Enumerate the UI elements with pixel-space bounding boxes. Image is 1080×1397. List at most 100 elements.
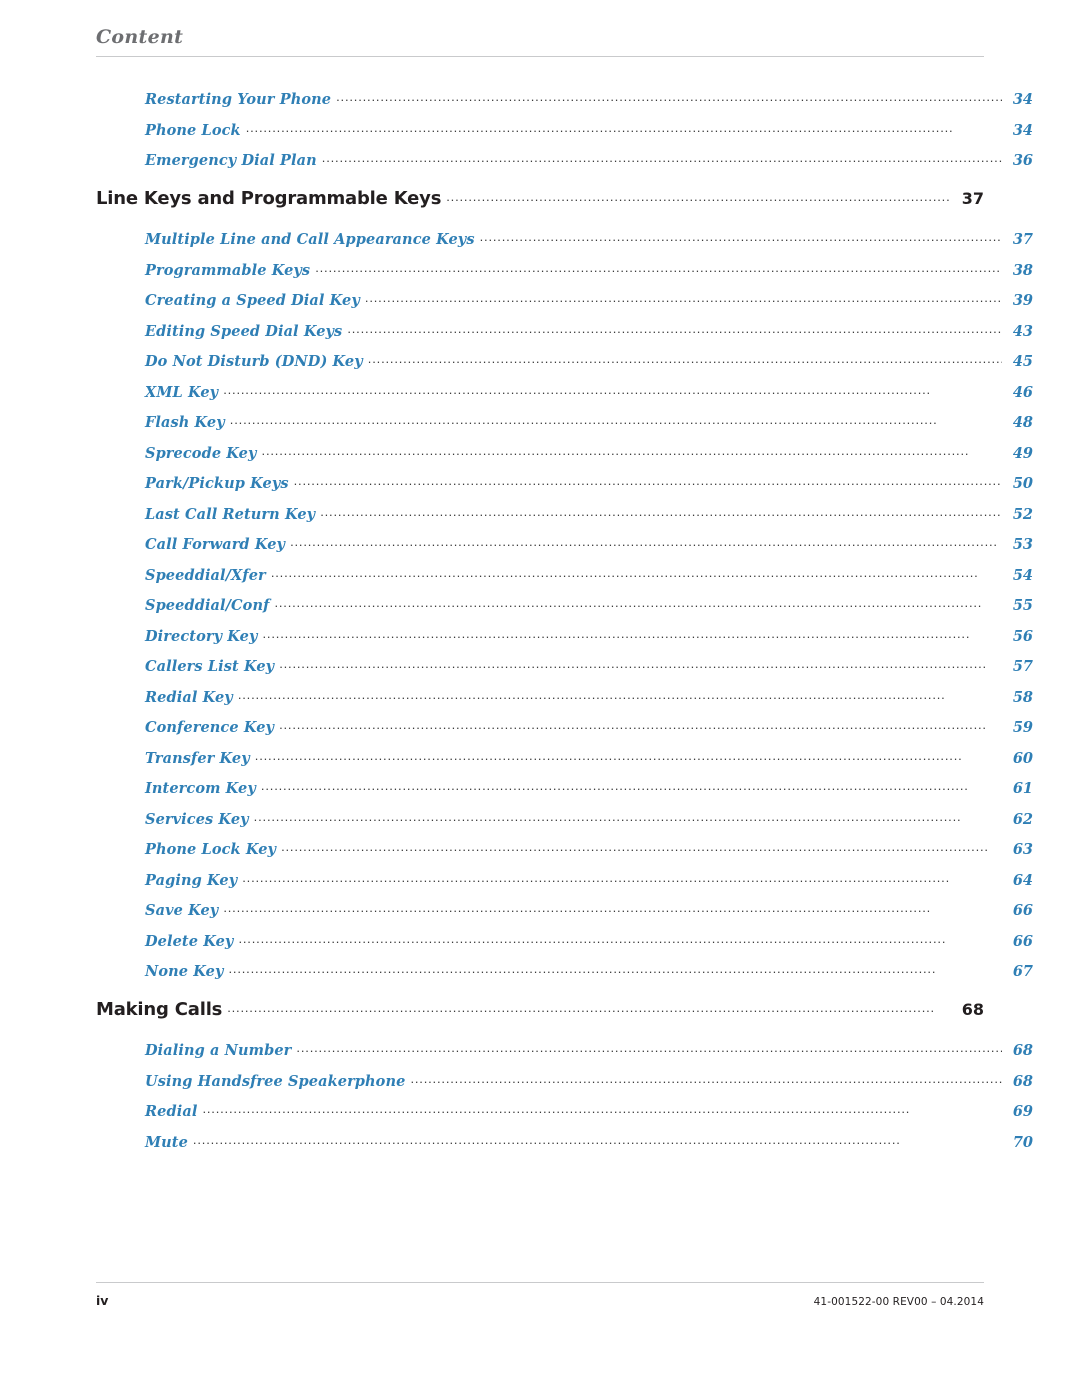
toc-entry-page-number: 66 [1012, 932, 1033, 950]
toc-leader-dots [227, 999, 949, 1015]
toc-leader-dots [365, 289, 1002, 305]
toc-entry-page-number: 68 [1012, 1042, 1033, 1059]
toc-entry-page-number: 70 [1012, 1133, 1033, 1151]
toc-entry[interactable]: Mute 70 [96, 1131, 1033, 1151]
toc-entry[interactable]: Editing Speed Dial Keys 43 [96, 320, 1033, 340]
toc-entry[interactable]: Speeddial/Xfer 54 [96, 564, 1033, 584]
toc-entry-label: Speeddial/Conf [145, 597, 270, 614]
toc-entry[interactable]: Call Forward Key 53 [96, 533, 1033, 553]
page-footer: iv 41-001522-00 REV00 – 04.2014 [96, 1282, 984, 1308]
toc-entry[interactable]: Speeddial/Conf 55 [96, 594, 1033, 614]
toc-entry[interactable]: Last Call Return Key 52 [96, 503, 1033, 523]
toc-entry[interactable]: Services Key 62 [96, 808, 1033, 828]
toc-entry-label: Save Key [145, 902, 219, 919]
toc-leader-dots [261, 777, 1002, 793]
toc-leader-dots [228, 960, 1002, 976]
toc-entry-page-number: 63 [1012, 841, 1033, 858]
toc-entry-label: Line Keys and Programmable Keys [96, 188, 442, 209]
toc-entry-label: None Key [145, 963, 224, 980]
toc-entry-page-number: 55 [1012, 597, 1033, 614]
toc-leader-dots [279, 716, 1002, 732]
toc-entry[interactable]: Park/Pickup Keys 50 [96, 472, 1033, 492]
toc-entry[interactable]: Redial 69 [96, 1100, 1033, 1120]
toc-entry[interactable]: Callers List Key 57 [96, 655, 1033, 675]
toc-entry[interactable]: Creating a Speed Dial Key 39 [96, 289, 1033, 309]
toc-entry-label: Conference Key [145, 719, 275, 736]
page-header: Content [96, 26, 984, 57]
toc-leader-dots [271, 564, 1002, 580]
toc-entry-label: Redial [145, 1103, 198, 1120]
toc-entry[interactable]: Conference Key 59 [96, 716, 1033, 736]
toc-entry-label: XML Key [145, 383, 219, 401]
toc-leader-dots [294, 472, 1002, 488]
toc-entry-page-number: 68 [1012, 1072, 1033, 1090]
toc-entry[interactable]: Dialing a Number 68 [96, 1039, 1033, 1059]
toc-entry-label: Last Call Return Key [145, 505, 316, 523]
toc-entry-page-number: 48 [1012, 414, 1033, 431]
toc-leader-dots [263, 625, 1003, 641]
toc-leader-dots [368, 350, 1002, 366]
toc-entry-label: Editing Speed Dial Keys [145, 322, 343, 340]
toc-entry[interactable]: Delete Key 66 [96, 930, 1033, 950]
toc-entry[interactable]: Phone Lock 34 [96, 119, 1033, 139]
toc-entry-label: Do Not Disturb (DND) Key [145, 353, 363, 370]
toc-entry[interactable]: Sprecode Key 49 [96, 442, 1033, 462]
toc-entry-page-number: 38 [1012, 261, 1033, 279]
toc-leader-dots [281, 838, 1002, 854]
toc-entry-section[interactable]: Making Calls 68 [96, 999, 984, 1020]
toc-entry[interactable]: Phone Lock Key 63 [96, 838, 1033, 858]
toc-entry[interactable]: Emergency Dial Plan 36 [96, 149, 1033, 169]
toc-entry[interactable]: Restarting Your Phone 34 [96, 88, 1033, 108]
toc-entry-label: Delete Key [145, 932, 234, 950]
toc-entry-page-number: 54 [1012, 566, 1033, 584]
toc-entry-label: Speeddial/Xfer [145, 566, 266, 584]
toc-entry[interactable]: Programmable Keys 38 [96, 259, 1033, 279]
toc-entry[interactable]: Intercom Key 61 [96, 777, 1033, 797]
toc-entry[interactable]: Directory Key 56 [96, 625, 1033, 645]
toc-entry[interactable]: None Key 67 [96, 960, 1033, 980]
toc-entry-label: Directory Key [145, 627, 258, 645]
toc-entry-label: Multiple Line and Call Appearance Keys [145, 231, 475, 248]
toc-entry-page-number: 61 [1012, 780, 1033, 797]
toc-entry-label: Emergency Dial Plan [145, 152, 317, 169]
toc-entry-label: Callers List Key [145, 658, 275, 675]
toc-leader-dots [446, 188, 949, 204]
toc-leader-dots [336, 88, 1002, 104]
toc-entry-page-number: 52 [1012, 505, 1033, 523]
toc-entry[interactable]: Save Key 66 [96, 899, 1033, 919]
toc-entry-page-number: 34 [1012, 91, 1033, 108]
toc-leader-dots [480, 228, 1002, 244]
toc-entry-label: Phone Lock [145, 121, 241, 139]
toc-entry-page-number: 45 [1012, 353, 1033, 370]
toc-entry-page-number: 64 [1012, 871, 1033, 889]
toc-entry-label: Park/Pickup Keys [145, 475, 289, 492]
toc-entry-label: Call Forward Key [145, 536, 286, 553]
toc-entry-page-number: 68 [961, 1000, 984, 1019]
toc-entry-label: Phone Lock Key [145, 841, 277, 858]
toc-entry-label: Transfer Key [145, 749, 250, 767]
toc-leader-dots [223, 381, 1002, 397]
toc-entry[interactable]: Multiple Line and Call Appearance Keys 37 [96, 228, 1033, 248]
toc-entry-label: Services Key [145, 810, 249, 828]
toc-entry[interactable]: XML Key 46 [96, 381, 1033, 401]
toc-entry-page-number: 36 [1012, 152, 1033, 169]
toc-leader-dots [290, 533, 1002, 549]
toc-entry[interactable]: Redial Key 58 [96, 686, 1033, 706]
toc-entry[interactable]: Using Handsfree Speakerphone 68 [96, 1070, 1033, 1090]
toc-leader-dots [238, 686, 1002, 702]
toc-entry[interactable]: Transfer Key 60 [96, 747, 1033, 767]
toc-entry[interactable]: Paging Key 64 [96, 869, 1033, 889]
toc-leader-dots [202, 1100, 1002, 1116]
toc-entry-page-number: 37 [961, 189, 984, 208]
footer-document-id: 41-001522-00 REV00 – 04.2014 [813, 1296, 984, 1308]
toc-leader-dots [254, 808, 1002, 824]
toc-entry-label: Making Calls [96, 999, 223, 1020]
toc-entry-page-number: 62 [1012, 810, 1033, 828]
toc-entry[interactable]: Flash Key 48 [96, 411, 1033, 431]
toc-leader-dots [246, 119, 1002, 135]
toc-entry-section[interactable]: Line Keys and Programmable Keys 37 [96, 188, 984, 209]
header-divider [96, 56, 984, 57]
toc-leader-dots [322, 149, 1002, 165]
toc-entry-label: Redial Key [145, 688, 233, 706]
toc-entry[interactable]: Do Not Disturb (DND) Key 45 [96, 350, 1033, 370]
